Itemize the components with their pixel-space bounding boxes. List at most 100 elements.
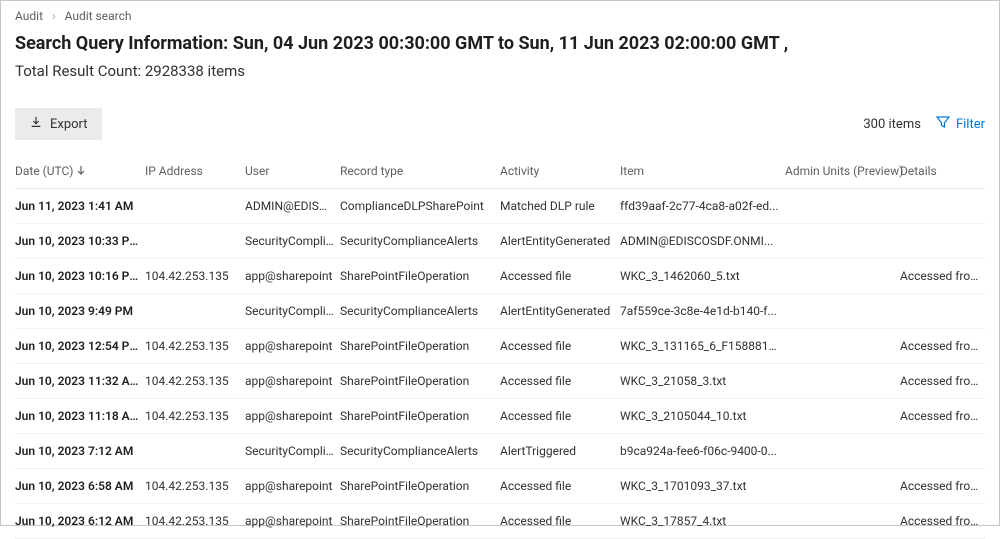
cell-activity: Accessed file [500,259,620,294]
cell-user: app@sharepoint [245,259,340,294]
breadcrumb-current: Audit search [65,9,132,23]
col-header-activity[interactable]: Activity [500,156,620,189]
cell-user: app@sharepoint [245,364,340,399]
cell-ip [145,189,245,224]
cell-item: b9ca924a-fee6-f06c-9400-0... [620,434,785,469]
export-button[interactable]: Export [15,108,102,140]
cell-item: WKC_3_17857_4.txt [620,504,785,539]
breadcrumb-root[interactable]: Audit [15,9,43,23]
table-row[interactable]: Jun 11, 2023 1:41 AMADMIN@EDISCOS...Comp… [15,189,985,224]
cell-record: SharePointFileOperation [340,364,500,399]
cell-item: 7af559ce-3c8e-4e1d-b140-f... [620,294,785,329]
cell-record: SharePointFileOperation [340,399,500,434]
cell-user: app@sharepoint [245,399,340,434]
table-row[interactable]: Jun 10, 2023 7:12 AMSecurityComplianc...… [15,434,985,469]
toolbar: Export 300 items Filter [15,108,985,140]
cell-date: Jun 10, 2023 7:12 AM [15,434,145,469]
cell-details [900,224,985,259]
col-header-admin[interactable]: Admin Units (Preview) [785,156,900,189]
filter-button[interactable]: Filter [935,114,985,134]
results-table: Date (UTC) IP Address User Record type A… [15,156,985,539]
cell-admin [785,294,900,329]
cell-record: SecurityComplianceAlerts [340,294,500,329]
cell-admin [785,189,900,224]
cell-admin [785,224,900,259]
col-header-date[interactable]: Date (UTC) [15,156,145,189]
cell-ip: 104.42.253.135 [145,364,245,399]
cell-user: app@sharepoint [245,329,340,364]
cell-admin [785,364,900,399]
cell-user: app@sharepoint [245,504,340,539]
cell-activity: Accessed file [500,329,620,364]
cell-admin [785,399,900,434]
cell-admin [785,329,900,364]
cell-ip: 104.42.253.135 [145,329,245,364]
cell-details: Accessed from "IPML_WKC_3_274" [900,469,985,504]
cell-date: Jun 10, 2023 11:32 AM [15,364,145,399]
table-row[interactable]: Jun 10, 2023 9:49 PM SecurityComplianc...… [15,294,985,329]
download-icon [29,115,43,133]
cell-record: SharePointFileOperation [340,469,500,504]
table-row[interactable]: Jun 10, 2023 10:33 PMSecurityComplianc..… [15,224,985,259]
cell-details [900,294,985,329]
cell-admin [785,259,900,294]
arrow-down-icon [76,164,86,178]
cell-item: WKC_3_1701093_37.txt [620,469,785,504]
table-row[interactable]: Jun 10, 2023 6:12 AM104.42.253.135app@sh… [15,504,985,539]
col-header-user[interactable]: User [245,156,340,189]
cell-activity: Accessed file [500,469,620,504]
col-header-record[interactable]: Record type [340,156,500,189]
filter-icon [935,114,951,134]
cell-activity: Accessed file [500,364,620,399]
col-header-item[interactable]: Item [620,156,785,189]
cell-details: Accessed from "IPML_WKC_3_301" [900,504,985,539]
cell-ip [145,294,245,329]
col-header-ip[interactable]: IP Address [145,156,245,189]
cell-details: Accessed from "IPML_WKC_3_185" [900,259,985,294]
cell-record: SharePointFileOperation [340,329,500,364]
cell-item: ADMIN@EDISCOSDF.ONMI... [620,224,785,259]
table-row[interactable]: Jun 10, 2023 10:16 PM104.42.253.135app@s… [15,259,985,294]
cell-date: Jun 10, 2023 10:33 PM [15,224,145,259]
cell-item: WKC_3_2105044_10.txt [620,399,785,434]
cell-details: Accessed from "PreservationHold... [900,329,985,364]
cell-details: Accessed from "IPML_WKC_3_395" [900,364,985,399]
cell-admin [785,434,900,469]
cell-activity: Accessed file [500,399,620,434]
cell-details: Accessed from "IPML_WKC_3_395" [900,399,985,434]
cell-date: Jun 11, 2023 1:41 AM [15,189,145,224]
table-row[interactable]: Jun 10, 2023 11:18 AM104.42.253.135app@s… [15,399,985,434]
cell-record: SecurityComplianceAlerts [340,434,500,469]
cell-item: WKC_3_131165_6_F1588813-... [620,329,785,364]
cell-date: Jun 10, 2023 12:54 PM [15,329,145,364]
cell-ip: 104.42.253.135 [145,469,245,504]
cell-ip [145,434,245,469]
cell-date: Jun 10, 2023 6:12 AM [15,504,145,539]
export-button-label: Export [50,117,88,132]
cell-record: SharePointFileOperation [340,504,500,539]
item-count-label: 300 items [863,117,921,132]
col-header-details[interactable]: Details [900,156,985,189]
cell-record: SharePointFileOperation [340,259,500,294]
cell-activity: Accessed file [500,504,620,539]
breadcrumb-separator: › [52,9,56,23]
cell-ip: 104.42.253.135 [145,259,245,294]
cell-record: ComplianceDLPSharePoint [340,189,500,224]
table-row[interactable]: Jun 10, 2023 6:58 AM104.42.253.135app@sh… [15,469,985,504]
filter-button-label: Filter [956,117,985,132]
cell-user: SecurityComplianc... [245,294,340,329]
table-row[interactable]: Jun 10, 2023 12:54 PM104.42.253.135app@s… [15,329,985,364]
cell-date: Jun 10, 2023 11:18 AM [15,399,145,434]
cell-ip: 104.42.253.135 [145,504,245,539]
cell-details [900,189,985,224]
cell-date: Jun 10, 2023 9:49 PM [15,294,145,329]
cell-ip [145,224,245,259]
cell-activity: AlertEntityGenerated [500,224,620,259]
breadcrumb: Audit › Audit search [15,9,985,23]
cell-item: WKC_3_21058_3.txt [620,364,785,399]
table-row[interactable]: Jun 10, 2023 11:32 AM104.42.253.135app@s… [15,364,985,399]
cell-activity: AlertTriggered [500,434,620,469]
cell-details [900,434,985,469]
cell-admin [785,504,900,539]
cell-date: Jun 10, 2023 10:16 PM [15,259,145,294]
